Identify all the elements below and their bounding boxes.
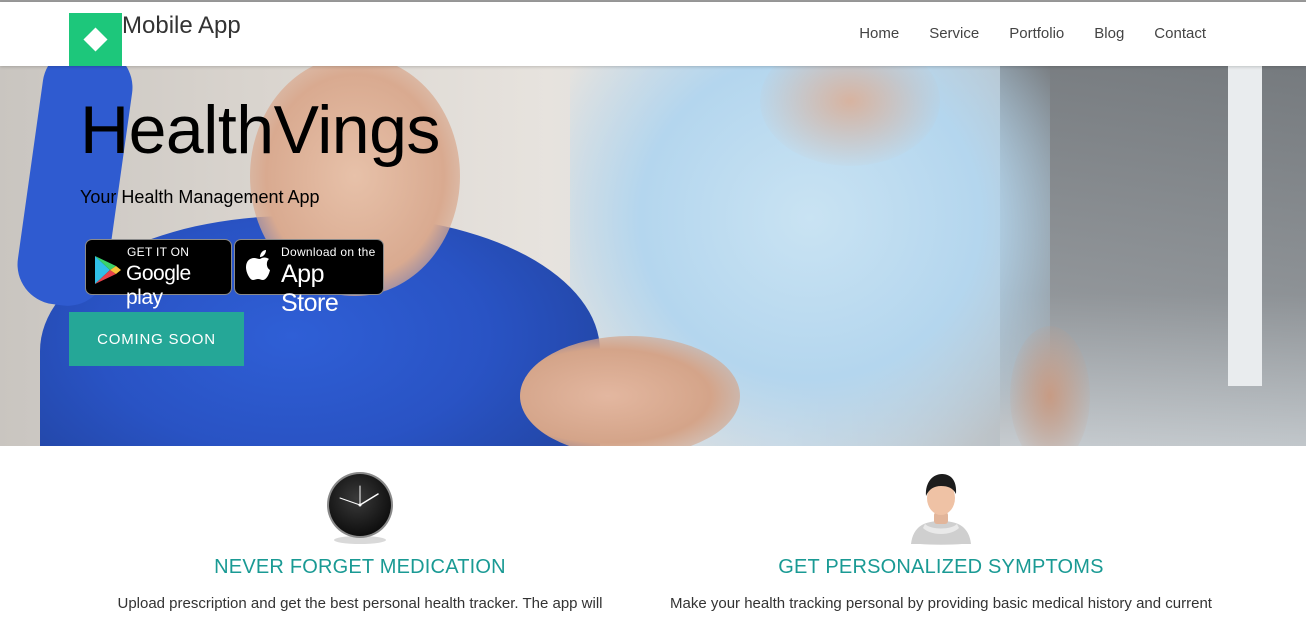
hero-subtitle: Your Health Management App xyxy=(80,187,320,207)
main-nav: Home Service Portfolio Blog Contact xyxy=(829,25,1206,42)
feature-description: Upload prescription and get the best per… xyxy=(117,595,603,612)
apple-badge-big-text: App Store xyxy=(281,260,339,317)
coming-soon-button[interactable]: COMING SOON xyxy=(69,312,244,366)
google-badge-small-text: GET IT ON xyxy=(127,245,190,259)
hero-section: HealthVings Your Health Management App G… xyxy=(0,66,1306,446)
brand-name[interactable]: Mobile App xyxy=(122,12,241,40)
feature-description: Make your health tracking personal by pr… xyxy=(670,595,1212,612)
feature-medication: NEVER FORGET MEDICATION Upload prescript… xyxy=(80,466,640,612)
google-play-icon xyxy=(95,256,121,284)
google-badge-big-text: Google play xyxy=(126,262,191,309)
diamond-icon xyxy=(83,27,108,52)
hero-title: HealthVings xyxy=(80,92,440,168)
app-store-badge[interactable]: Download on the App Store xyxy=(234,239,384,317)
clock-icon xyxy=(327,472,393,544)
apple-icon xyxy=(246,250,270,280)
apple-badge-small-text: Download on the xyxy=(281,245,376,259)
nav-contact[interactable]: Contact xyxy=(1154,25,1206,42)
feature-title: GET PERSONALIZED SYMPTOMS xyxy=(778,556,1104,578)
feature-symptoms: GET PERSONALIZED SYMPTOMS Make your heal… xyxy=(661,466,1221,612)
user-avatar-icon xyxy=(911,474,971,545)
nav-blog[interactable]: Blog xyxy=(1094,25,1124,42)
hero-photo-detail xyxy=(520,336,740,446)
site-header: Mobile App Home Service Portfolio Blog C… xyxy=(0,2,1306,66)
logo[interactable] xyxy=(69,13,122,66)
nav-home[interactable]: Home xyxy=(859,25,899,42)
nav-portfolio[interactable]: Portfolio xyxy=(1009,25,1064,42)
nav-service[interactable]: Service xyxy=(929,25,979,42)
google-play-badge[interactable]: GET IT ON Google play xyxy=(85,239,232,309)
feature-title: NEVER FORGET MEDICATION xyxy=(214,556,506,578)
hero-background-window xyxy=(1228,66,1262,386)
